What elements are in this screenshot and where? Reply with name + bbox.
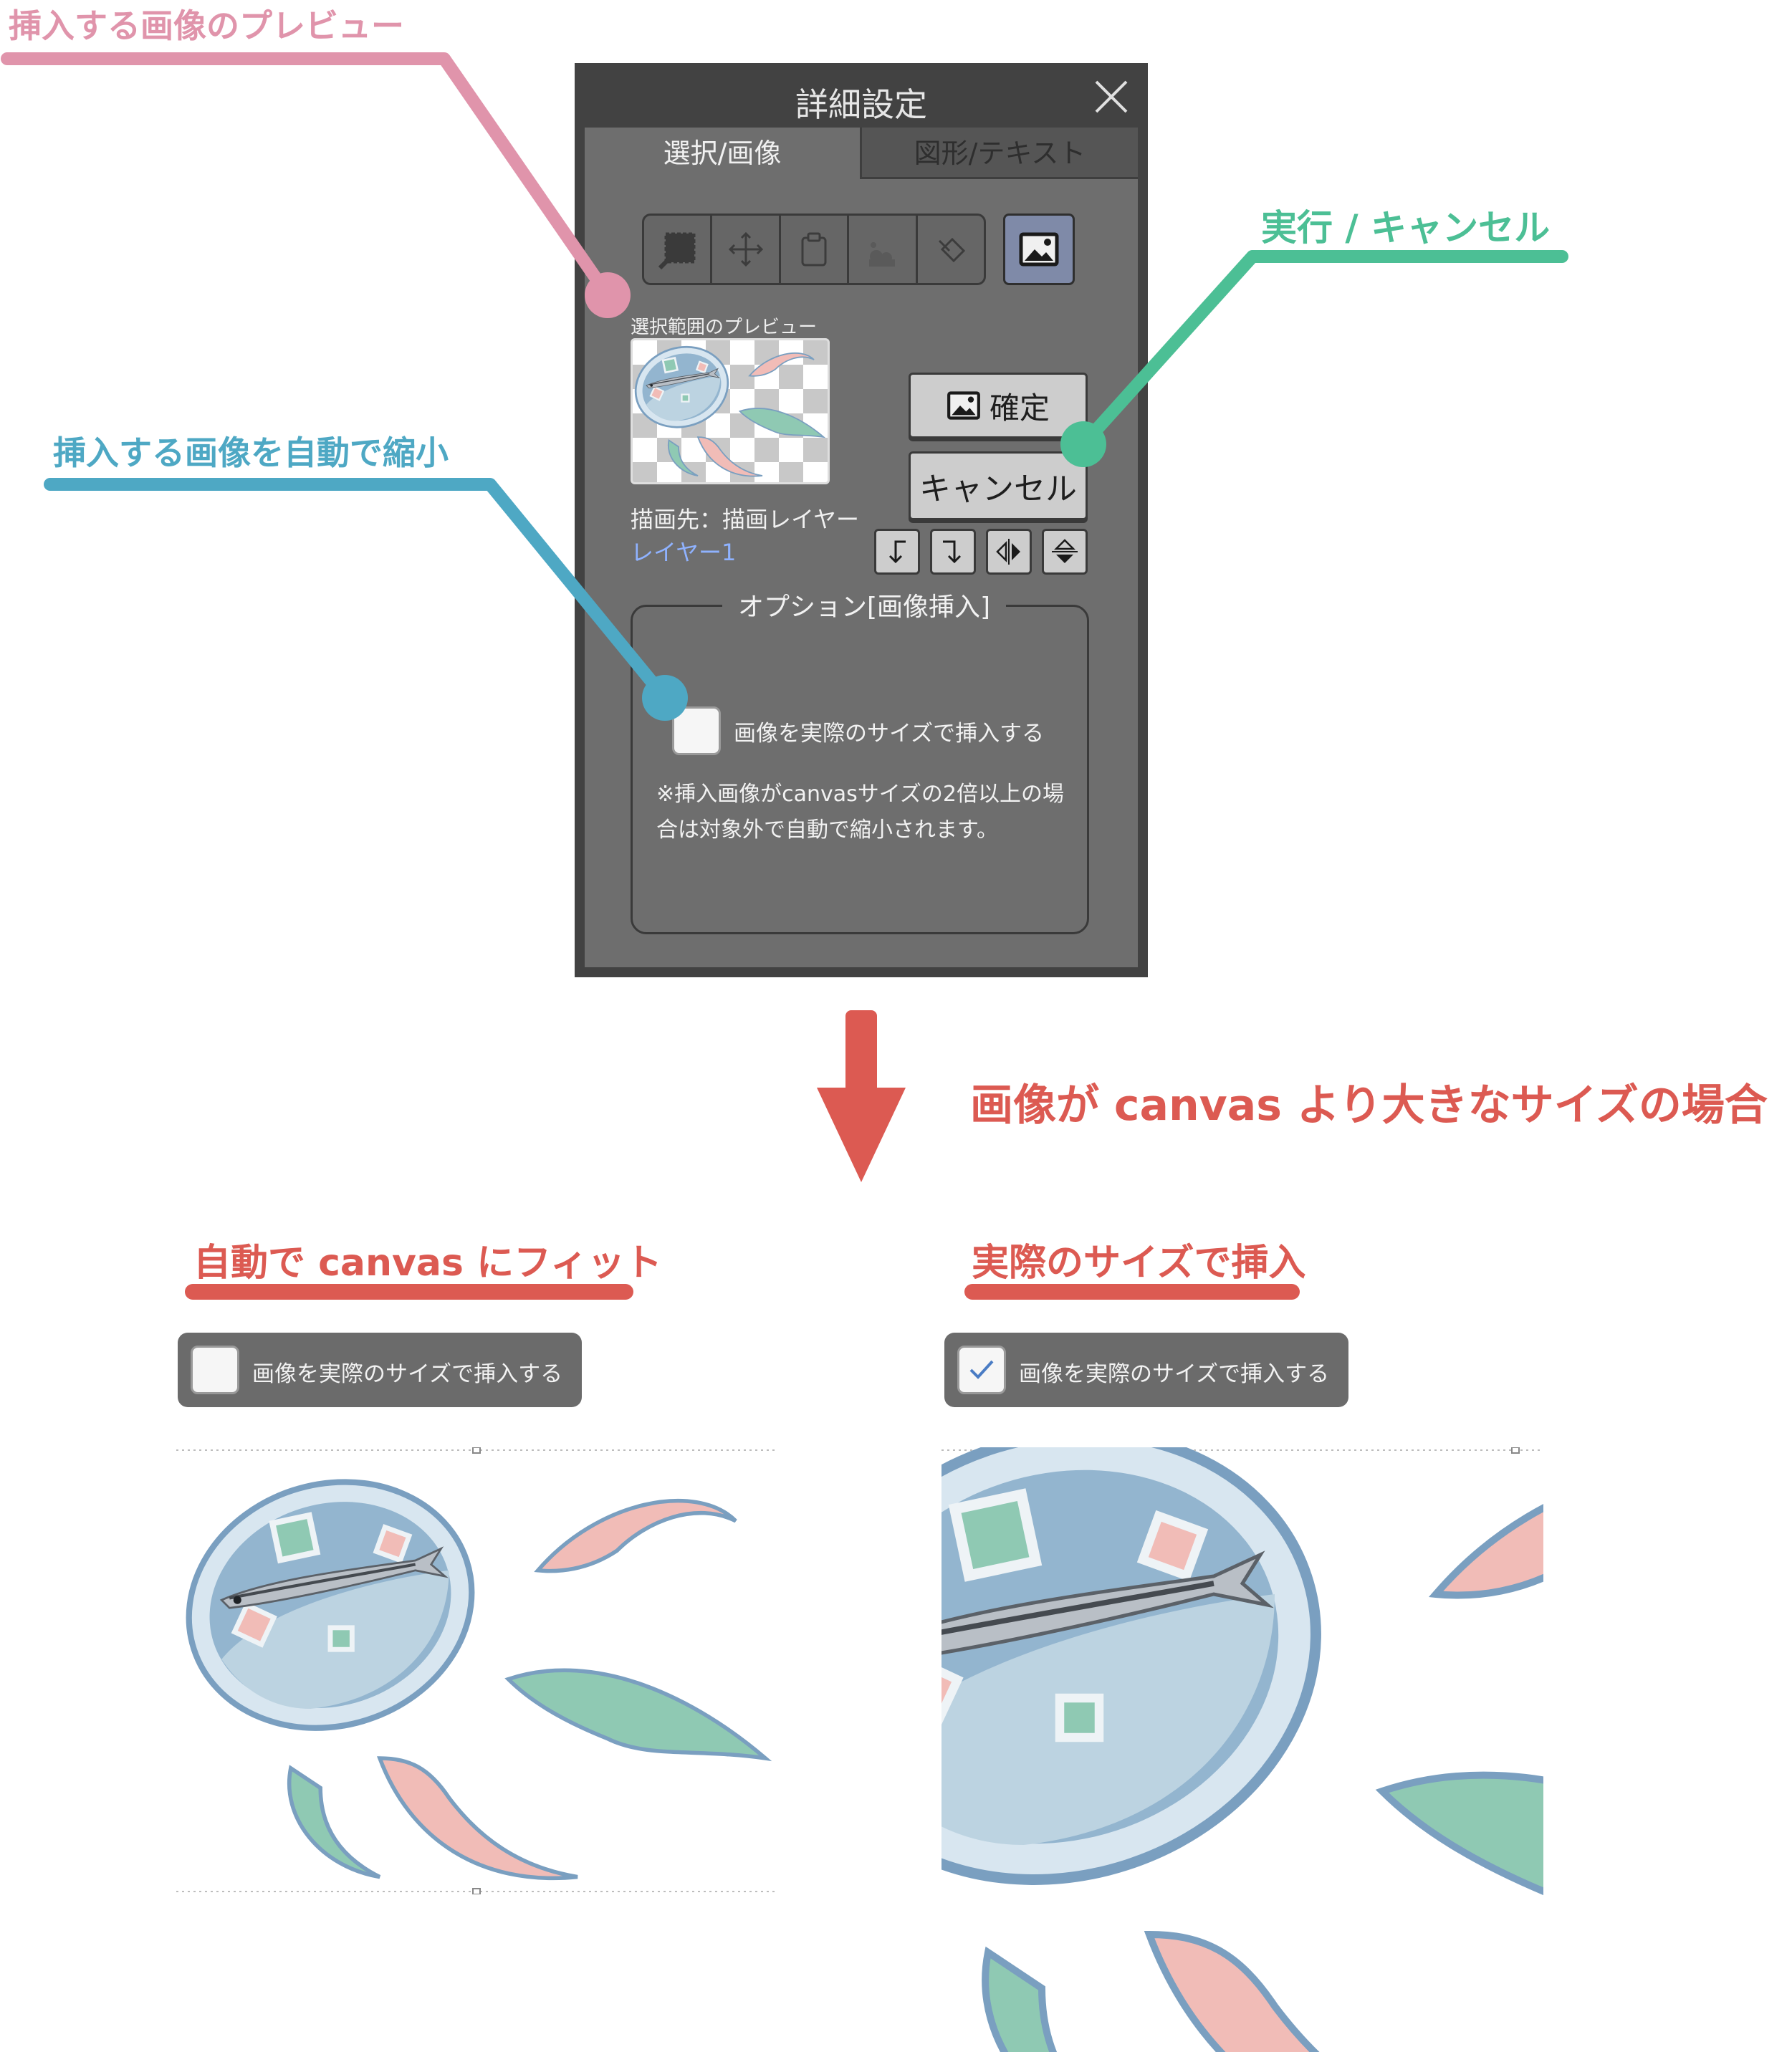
rotate-left-icon bbox=[888, 540, 906, 564]
flip-horizontal-button[interactable] bbox=[986, 529, 1032, 575]
auto-shrink-callout-line bbox=[44, 478, 671, 704]
move-icon bbox=[728, 231, 763, 267]
rotate-right-button[interactable] bbox=[930, 529, 976, 575]
actual-canvas-artwork bbox=[941, 1447, 1543, 2052]
tab-select-image[interactable]: 選択/画像 bbox=[585, 128, 860, 179]
settings-dialog: 詳細設定 選択/画像 図形/テキスト 選択範囲のプレビュー 描画先：描画レイヤー… bbox=[575, 63, 1148, 977]
preview-callout-label: 挿入する画像のプレビュー bbox=[9, 6, 404, 45]
flip-vertical-icon bbox=[1052, 539, 1078, 563]
execute-callout-label: 実行 / キャンセル bbox=[1261, 207, 1551, 249]
selection-preview bbox=[631, 338, 830, 484]
tool-blur[interactable] bbox=[849, 216, 918, 283]
flip-vertical-button[interactable] bbox=[1042, 529, 1088, 575]
actual-checkbox[interactable] bbox=[957, 1346, 1006, 1394]
actual-example-title: 実際のサイズで挿入 bbox=[972, 1242, 1306, 1285]
paste-icon bbox=[801, 232, 827, 267]
actual-checkbox-row: 画像を実際のサイズで挿入する bbox=[944, 1333, 1348, 1407]
fit-example-title: 自動で canvas にフィット bbox=[193, 1242, 663, 1285]
fit-canvas-preview bbox=[176, 1447, 778, 1894]
fit-canvas-artwork bbox=[176, 1447, 778, 1894]
draw-target-label: 描画先：描画レイヤー bbox=[631, 506, 860, 533]
actual-size-label[interactable]: 画像を実際のサイズで挿入する bbox=[734, 715, 1044, 747]
preview-callout-line bbox=[1, 52, 614, 302]
arrow-caption: 画像が canvas より大きなサイズの場合 bbox=[970, 1080, 1768, 1131]
actual-title-underline bbox=[964, 1284, 1300, 1300]
fit-checkbox-label[interactable]: 画像を実際のサイズで挿入する bbox=[252, 1356, 562, 1388]
confirm-button[interactable]: 確定 bbox=[909, 373, 1088, 438]
confirm-label: 確定 bbox=[989, 390, 1050, 426]
fit-checkbox-row: 画像を実際のサイズで挿入する bbox=[178, 1333, 582, 1407]
fill-icon bbox=[938, 237, 965, 263]
preview-thumbnail bbox=[633, 340, 825, 477]
fit-checkbox[interactable] bbox=[191, 1346, 239, 1394]
actual-checkbox-label[interactable]: 画像を実際のサイズで挿入する bbox=[1019, 1356, 1329, 1388]
down-arrow-icon bbox=[817, 1010, 906, 1182]
image-icon bbox=[1019, 232, 1059, 267]
tool-toolbar bbox=[642, 214, 986, 285]
auto-shrink-callout-label: 挿入する画像を自動で縮小 bbox=[53, 433, 449, 472]
options-title: オプション[画像挿入] bbox=[722, 586, 1007, 623]
actual-canvas-preview bbox=[941, 1447, 1543, 2052]
tool-paste[interactable] bbox=[781, 216, 850, 283]
close-icon bbox=[1095, 80, 1128, 113]
select-rect-icon bbox=[658, 232, 696, 270]
tool-image[interactable] bbox=[1003, 214, 1075, 285]
fit-title-underline bbox=[185, 1284, 633, 1300]
options-note: ※挿入画像がcanvasサイズの2倍以上の場合は対象外で自動で縮小されます。 bbox=[656, 782, 1064, 843]
cancel-button[interactable]: キャンセル bbox=[909, 451, 1088, 520]
cancel-label: キャンセル bbox=[919, 471, 1077, 507]
rotate-left-button[interactable] bbox=[874, 529, 920, 575]
dialog-title: 詳細設定 bbox=[795, 85, 927, 124]
close-button[interactable] bbox=[1091, 76, 1132, 118]
layer-name-link[interactable]: レイヤー1 bbox=[631, 534, 736, 567]
actual-size-checkbox[interactable] bbox=[672, 706, 721, 755]
tool-select-rect[interactable] bbox=[644, 216, 713, 283]
execute-callout-line bbox=[1077, 250, 1568, 451]
flip-horizontal-icon bbox=[996, 539, 1020, 565]
checkmark-icon bbox=[969, 1360, 994, 1379]
options-group bbox=[631, 605, 1089, 934]
image-icon bbox=[947, 391, 980, 420]
tab-shape-text[interactable]: 図形/テキスト bbox=[860, 128, 1138, 179]
tool-move[interactable] bbox=[712, 216, 781, 283]
blur-icon bbox=[869, 242, 896, 267]
rotate-right-icon bbox=[943, 540, 962, 564]
preview-label: 選択範囲のプレビュー bbox=[631, 317, 818, 338]
tool-fill[interactable] bbox=[918, 216, 984, 283]
